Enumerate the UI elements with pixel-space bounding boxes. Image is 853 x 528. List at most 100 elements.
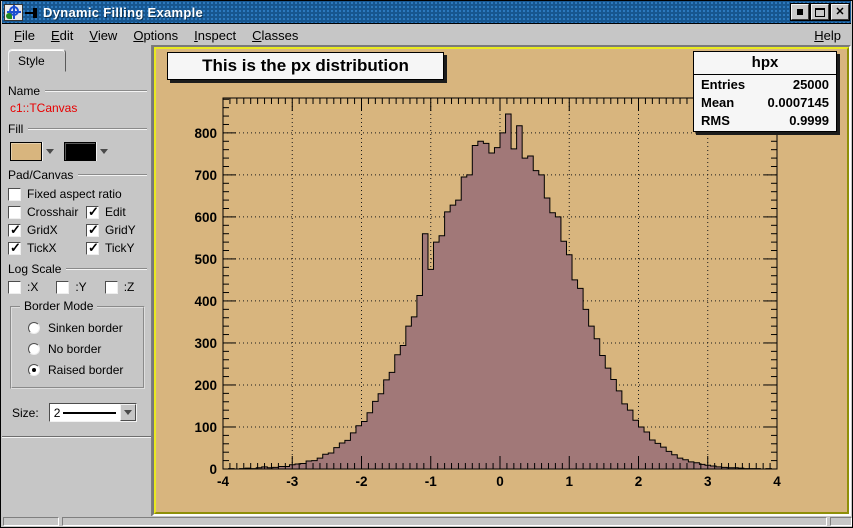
checkbox-icon[interactable] <box>8 281 21 294</box>
app-icon[interactable] <box>4 4 23 21</box>
title-bar[interactable]: Dynamic Filling Example ✕ <box>2 1 851 24</box>
menu-help[interactable]: Help <box>806 26 851 45</box>
histogram-title: This is the px distribution <box>202 56 409 76</box>
histogram-title-box[interactable]: This is the px distribution <box>167 52 444 80</box>
chevron-down-icon <box>124 410 132 415</box>
size-label: Size: <box>12 406 39 420</box>
status-segment <box>62 517 827 526</box>
checkbox-icon[interactable] <box>8 206 21 219</box>
divider <box>2 436 151 438</box>
checkbox-icon[interactable] <box>8 224 21 237</box>
line-color-swatch[interactable] <box>64 142 96 161</box>
maximize-button[interactable] <box>811 4 829 20</box>
radio-sinken-border[interactable]: Sinken border <box>28 321 139 335</box>
canvas-frame: -4-3-2-1012340100200300400500600700800 T… <box>152 45 851 516</box>
radio-raised-border[interactable]: Raised border <box>28 363 139 377</box>
divider <box>78 174 147 176</box>
svg-text:100: 100 <box>194 420 217 435</box>
checkbox-ticky[interactable]: TickY <box>86 241 147 255</box>
status-resize-grip[interactable] <box>830 517 852 526</box>
checkbox-icon[interactable] <box>8 188 21 201</box>
pad-canvas-label: Pad/Canvas <box>8 168 73 182</box>
checkbox-icon[interactable] <box>86 224 99 237</box>
fill-label: Fill <box>8 122 23 136</box>
checkbox-gridy[interactable]: GridY <box>86 223 147 237</box>
status-bar <box>2 516 851 527</box>
menu-inspect[interactable]: Inspect <box>186 26 244 45</box>
checkbox-logx[interactable]: :X <box>8 280 38 294</box>
radio-no-border[interactable]: No border <box>28 342 139 356</box>
svg-text:400: 400 <box>194 294 217 309</box>
fill-color-swatch[interactable] <box>10 142 42 161</box>
minimize-button[interactable] <box>791 4 809 20</box>
app-window: Dynamic Filling Example ✕ File Edit View… <box>0 0 853 528</box>
name-section-header: Name <box>8 84 147 98</box>
fill-color-dropdown[interactable] <box>42 142 56 161</box>
radio-icon[interactable] <box>28 364 40 376</box>
checkbox-logy[interactable]: :Y <box>56 280 86 294</box>
svg-text:2: 2 <box>635 474 643 489</box>
menu-classes[interactable]: Classes <box>244 26 306 45</box>
object-name: c1::TCanvas <box>10 101 147 115</box>
stats-row-mean: Mean 0.0007145 <box>694 93 836 111</box>
checkbox-gridx[interactable]: GridX <box>8 223 86 237</box>
log-scale-section-header: Log Scale <box>8 262 147 276</box>
svg-text:800: 800 <box>194 126 217 141</box>
close-button[interactable]: ✕ <box>831 4 849 20</box>
status-segment <box>3 517 59 526</box>
pad-canvas-section-header: Pad/Canvas <box>8 168 147 182</box>
svg-text:600: 600 <box>194 210 217 225</box>
checkbox-tickx[interactable]: TickX <box>8 241 86 255</box>
checkbox-edit[interactable]: Edit <box>86 205 147 219</box>
name-label: Name <box>8 84 40 98</box>
border-mode-group: Border Mode Sinken border No border Rais… <box>10 306 145 389</box>
tab-style[interactable]: Style <box>8 49 66 72</box>
svg-text:3: 3 <box>704 474 712 489</box>
checkbox-logz[interactable]: :Z <box>105 280 135 294</box>
svg-text:-4: -4 <box>217 474 229 489</box>
checkbox-crosshair[interactable]: Crosshair <box>8 205 86 219</box>
svg-text:700: 700 <box>194 168 217 183</box>
window-controls: ✕ <box>791 4 851 20</box>
pin-icon <box>25 6 39 19</box>
svg-text:-1: -1 <box>425 474 437 489</box>
style-panel: Style Name c1::TCanvas Fill Pad/Canvas <box>2 45 152 516</box>
svg-text:-3: -3 <box>286 474 298 489</box>
stats-row-rms: RMS 0.9999 <box>694 111 836 131</box>
line-width-value: 2 <box>54 406 61 420</box>
menu-bar: File Edit View Options Inspect Classes H… <box>2 25 851 45</box>
checkbox-icon[interactable] <box>56 281 69 294</box>
svg-text:1: 1 <box>565 474 573 489</box>
checkbox-icon[interactable] <box>8 242 21 255</box>
radio-icon[interactable] <box>28 343 40 355</box>
menu-view[interactable]: View <box>81 26 125 45</box>
checkbox-icon[interactable] <box>86 242 99 255</box>
stats-box[interactable]: hpx Entries 25000 Mean 0.0007145 RMS 0.9… <box>693 51 837 132</box>
log-scale-label: Log Scale <box>8 262 61 276</box>
svg-text:-2: -2 <box>355 474 367 489</box>
checkbox-icon[interactable] <box>105 281 118 294</box>
fill-controls <box>10 141 147 161</box>
root-canvas[interactable]: -4-3-2-1012340100200300400500600700800 T… <box>156 49 847 512</box>
close-icon: ✕ <box>835 7 844 18</box>
divider <box>45 90 147 92</box>
svg-text:0: 0 <box>496 474 504 489</box>
menu-options[interactable]: Options <box>125 26 186 45</box>
line-width-select[interactable]: 2 <box>49 403 137 422</box>
svg-text:4: 4 <box>773 474 781 489</box>
menu-file[interactable]: File <box>6 26 43 45</box>
border-mode-legend: Border Mode <box>20 299 97 313</box>
checkbox-icon[interactable] <box>86 206 99 219</box>
chevron-down-icon <box>100 149 108 154</box>
svg-text:0: 0 <box>209 462 217 477</box>
radio-icon[interactable] <box>28 322 40 334</box>
menu-edit[interactable]: Edit <box>43 26 81 45</box>
line-width-dropdown-button[interactable] <box>120 404 136 421</box>
stats-row-entries: Entries 25000 <box>694 75 836 93</box>
line-color-dropdown[interactable] <box>96 142 110 161</box>
checkbox-fixed-aspect-ratio[interactable]: Fixed aspect ratio <box>8 187 147 201</box>
fill-section-header: Fill <box>8 122 147 136</box>
svg-text:300: 300 <box>194 336 217 351</box>
window-title: Dynamic Filling Example <box>43 5 203 20</box>
chevron-down-icon <box>46 149 54 154</box>
